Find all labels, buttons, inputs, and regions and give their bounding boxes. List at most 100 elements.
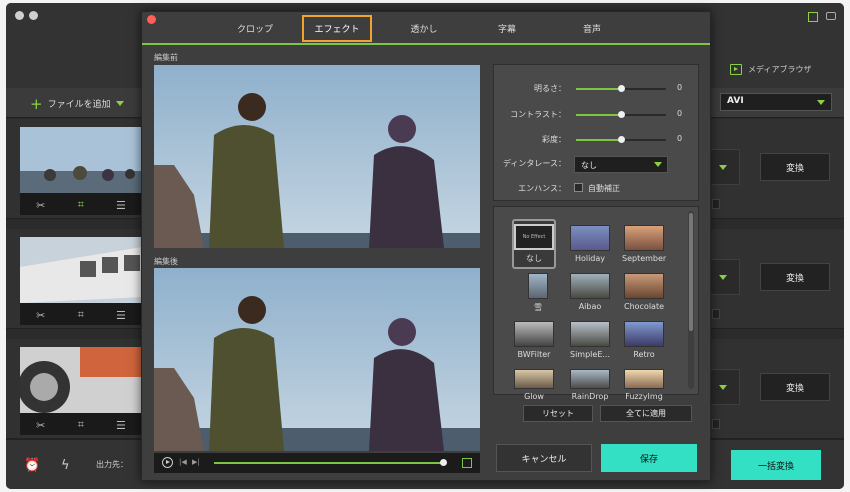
fullscreen-icon[interactable] <box>462 458 472 468</box>
media-browser-button[interactable]: メディアブラウザ <box>730 64 811 75</box>
tab-watermark[interactable]: 透かし <box>384 15 464 42</box>
thumbnail-image <box>20 127 142 193</box>
enhance-row: エンハンス： 自動補正 <box>494 181 700 197</box>
thumbnail-tools: ✂ ⌗ ☰ <box>20 415 142 435</box>
convert-button[interactable]: 変換 <box>760 263 830 291</box>
add-files-button[interactable]: + ファイルを追加 <box>30 94 124 113</box>
brightness-handle[interactable] <box>618 85 625 92</box>
effect-simple-elegant[interactable]: SimpleE... <box>568 321 612 359</box>
save-button[interactable]: 保存 <box>601 444 697 472</box>
window-minimize-button[interactable] <box>29 11 38 20</box>
cancel-button[interactable]: キャンセル <box>496 444 592 472</box>
saturation-row: 彩度： 0 <box>494 132 700 148</box>
output-format-select[interactable]: AVI <box>720 93 832 111</box>
effect-september[interactable]: September <box>622 225 666 263</box>
effect-thumbnail <box>514 369 554 389</box>
sliders-icon[interactable]: ☰ <box>116 309 126 322</box>
effect-aibao[interactable]: Aibao <box>568 273 612 311</box>
effects-panel: No Effect なし Holiday September 雪 Aibao C… <box>493 206 699 401</box>
saturation-handle[interactable] <box>618 136 625 143</box>
video-thumbnail[interactable]: ✂ ⌗ ☰ <box>20 127 142 215</box>
plus-icon: + <box>30 94 43 113</box>
effect-fuzzyimg[interactable]: FuzzyImg <box>622 369 666 401</box>
output-profile-dropdown[interactable] <box>710 149 740 185</box>
effect-thumbnail <box>624 225 664 251</box>
deinterlace-row: ディンタレース： なし <box>494 156 700 173</box>
window-close-button[interactable] <box>15 11 24 20</box>
contrast-label: コントラスト： <box>510 110 566 119</box>
edit-tabs: クロップ エフェクト 透かし 字幕 音声 <box>142 12 710 45</box>
effect-thumbnail <box>570 321 610 347</box>
chevron-down-icon <box>719 275 727 280</box>
convert-button[interactable]: 変換 <box>760 373 830 401</box>
previous-frame-icon[interactable]: |◀ <box>179 458 187 466</box>
tab-audio[interactable]: 音声 <box>552 15 632 42</box>
convert-button[interactable]: 変換 <box>760 153 830 181</box>
apply-all-button[interactable]: 全てに適用 <box>600 405 692 422</box>
next-frame-icon[interactable]: ▶| <box>192 458 200 466</box>
playback-controls: |◀ ▶| <box>154 453 480 473</box>
deinterlace-select[interactable]: なし <box>574 156 668 173</box>
effect-holiday[interactable]: Holiday <box>568 225 612 263</box>
media-browser-icon <box>730 64 742 75</box>
saturation-slider[interactable] <box>576 136 666 143</box>
gift-icon[interactable] <box>808 12 818 22</box>
effect-chocolate[interactable]: Chocolate <box>622 273 666 311</box>
contrast-row: コントラスト： 0 <box>494 107 700 123</box>
preview-after <box>154 268 480 451</box>
convert-all-button[interactable]: 一括変換 <box>731 450 821 480</box>
effect-none[interactable]: No Effect なし <box>512 219 556 269</box>
contrast-handle[interactable] <box>618 111 625 118</box>
effect-glow[interactable]: Glow <box>512 369 556 401</box>
crop-icon[interactable]: ⌗ <box>78 418 84 432</box>
video-thumbnail[interactable]: ✂ ⌗ ☰ <box>20 237 142 325</box>
auto-correct-checkbox[interactable] <box>574 183 583 192</box>
adjust-panel: 明るさ： 0 コントラスト： 0 彩度： 0 ディンタレース： なし エンハンス… <box>493 64 699 201</box>
effect-name: September <box>622 254 667 263</box>
output-profile-dropdown[interactable] <box>710 369 740 405</box>
alarm-clock-icon[interactable]: ⏰ <box>24 458 40 473</box>
reset-button[interactable]: リセット <box>523 405 593 422</box>
progress-handle[interactable] <box>439 459 447 466</box>
effect-thumbnail <box>624 321 664 347</box>
lightning-icon[interactable]: ϟ <box>61 458 70 473</box>
thumbnail-tools: ✂ ⌗ ☰ <box>20 195 142 215</box>
settings-toggle[interactable] <box>712 309 720 319</box>
effect-name: Holiday <box>574 254 606 263</box>
progress-bar[interactable] <box>214 462 443 464</box>
crop-icon[interactable]: ⌗ <box>78 308 84 322</box>
effect-bwfilter[interactable]: BWFilter <box>512 321 556 359</box>
tab-subtitle[interactable]: 字幕 <box>474 15 540 42</box>
effect-name: FuzzyImg <box>625 392 663 401</box>
preview-before <box>154 65 480 248</box>
effect-raindrop[interactable]: RainDrop <box>568 369 612 401</box>
scissors-icon[interactable]: ✂ <box>36 199 45 212</box>
tab-effect[interactable]: エフェクト <box>302 15 372 42</box>
effect-snow[interactable]: 雪 <box>516 273 560 313</box>
scissors-icon[interactable]: ✂ <box>36 309 45 322</box>
crop-icon[interactable]: ⌗ <box>78 198 84 212</box>
effect-name: 雪 <box>534 303 542 312</box>
brightness-value: 0 <box>677 83 683 92</box>
sliders-icon[interactable]: ☰ <box>116 419 126 432</box>
sliders-icon[interactable]: ☰ <box>116 199 126 212</box>
effect-retro[interactable]: Retro <box>622 321 666 359</box>
deinterlace-value: なし <box>581 161 597 170</box>
output-profile-dropdown[interactable] <box>710 259 740 295</box>
contrast-slider[interactable] <box>576 111 666 118</box>
effect-name: なし <box>526 254 542 263</box>
settings-toggle[interactable] <box>712 419 720 429</box>
settings-toggle[interactable] <box>712 199 720 209</box>
chevron-down-icon <box>654 162 662 167</box>
scrollbar-thumb[interactable] <box>689 213 693 331</box>
edit-dialog: クロップ エフェクト 透かし 字幕 音声 編集前 編集後 |◀ ▶| 明るさ： … <box>141 11 711 481</box>
effect-thumbnail <box>514 321 554 347</box>
brightness-slider[interactable] <box>576 85 666 92</box>
effect-name: Glow <box>524 392 544 401</box>
video-thumbnail[interactable]: ✂ ⌗ ☰ <box>18 347 142 435</box>
scissors-icon[interactable]: ✂ <box>36 419 45 432</box>
tab-crop[interactable]: クロップ <box>212 15 298 42</box>
chat-icon[interactable] <box>826 12 836 20</box>
play-icon[interactable] <box>162 457 173 468</box>
deinterlace-label: ディンタレース： <box>502 159 566 168</box>
